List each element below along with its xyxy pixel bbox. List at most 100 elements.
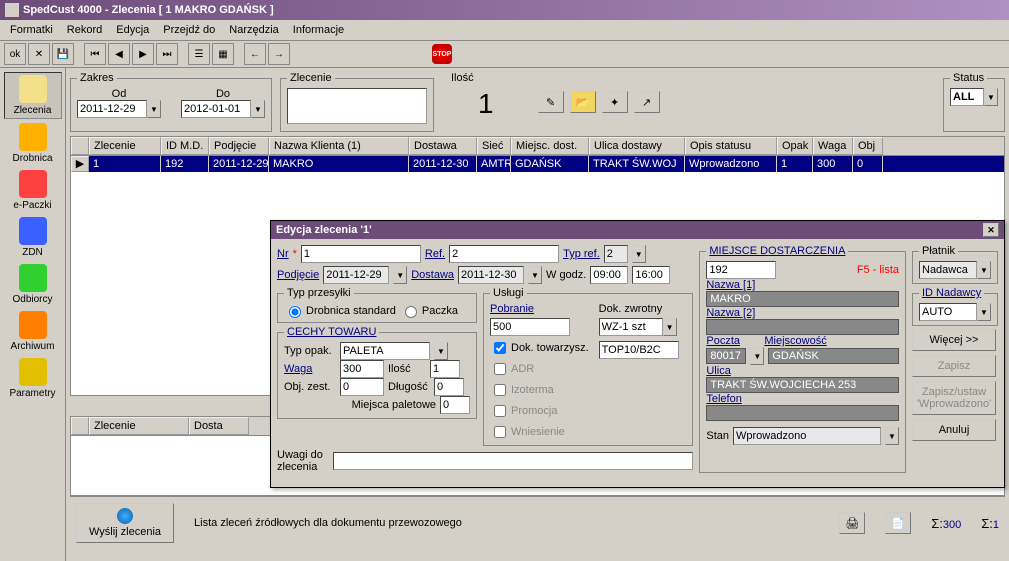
idnadawcy-dropdown[interactable]: ▼ (977, 303, 991, 321)
godz-to-input[interactable] (632, 266, 670, 284)
dostawa-dropdown[interactable]: ▼ (528, 266, 542, 284)
zlecenie-search-input[interactable] (287, 88, 427, 124)
nr-label[interactable]: Nr (277, 248, 289, 260)
uwagi-input[interactable] (333, 452, 693, 470)
sidebar-item-drobnica[interactable]: Drobnica (4, 121, 62, 166)
menu-formatki[interactable]: Formatki (4, 22, 59, 38)
typref-input[interactable] (604, 245, 628, 263)
godz-from-input[interactable] (590, 266, 628, 284)
typref-dropdown[interactable]: ▼ (632, 245, 646, 263)
tb-save[interactable]: 💾 (52, 43, 74, 65)
tb-last[interactable]: ⏭ (156, 43, 178, 65)
nazwa2-label[interactable]: Nazwa [2] (706, 307, 755, 319)
zakres-od-dropdown[interactable]: ▼ (147, 100, 161, 118)
zapisz-button[interactable]: Zapisz (912, 355, 996, 377)
chk-adr[interactable]: ADR (490, 360, 589, 378)
idnadawcy-input[interactable] (919, 303, 977, 321)
chk-promocja[interactable]: Promocja (490, 402, 589, 420)
chk-izoterma[interactable]: Izoterma (490, 381, 589, 399)
sidebar-item-zlecenia[interactable]: Zlecenia (4, 72, 62, 119)
menu-informacje[interactable]: Informacje (287, 22, 350, 38)
tb-back[interactable]: ← (244, 43, 266, 65)
edit-button[interactable]: ✎ (538, 91, 564, 113)
poczta-label[interactable]: Poczta (706, 335, 760, 347)
lcol-dosta[interactable]: Dosta (189, 417, 249, 435)
radio-paczka[interactable]: Paczka (400, 303, 458, 318)
dostawa-input[interactable] (458, 266, 524, 284)
export-button[interactable]: ↗ (634, 91, 660, 113)
tb-prev[interactable]: ◀ (108, 43, 130, 65)
miejscowosc-label[interactable]: Miejscowość (764, 335, 826, 347)
dokzwrot-input[interactable] (599, 318, 663, 336)
tb-ok[interactable]: ok (4, 43, 26, 65)
menu-edycja[interactable]: Edycja (110, 22, 155, 38)
radio-drobnica[interactable]: Drobnica standard (284, 303, 396, 318)
platnik-input[interactable] (919, 261, 977, 279)
wiecej-button[interactable]: Więcej >> (912, 329, 996, 351)
nr-input[interactable] (301, 245, 421, 263)
waga-label[interactable]: Waga (284, 363, 336, 375)
chk-doktow[interactable]: Dok. towarzysz. (490, 339, 589, 357)
col-siec[interactable]: Sieć (477, 137, 511, 155)
ilosc-input[interactable] (430, 360, 460, 378)
stop-button[interactable]: STOP (432, 44, 452, 64)
sidebar-item-zdn[interactable]: ZDN (4, 215, 62, 260)
zapisz-ustaw-button[interactable]: Zapisz/ustaw 'Wprowadzono' (912, 381, 996, 415)
table-row[interactable]: ▶ 1 192 2011-12-29 MAKRO 2011-12-30 AMTR… (71, 156, 1004, 172)
dokzwrot-dropdown[interactable]: ▼ (663, 318, 677, 336)
new-button[interactable]: ✦ (602, 91, 628, 113)
status-input[interactable] (950, 88, 984, 106)
chk-wniesienie[interactable]: Wniesienie (490, 423, 589, 441)
tb-forward[interactable]: → (268, 43, 290, 65)
menu-przejdzdo[interactable]: Przejdź do (157, 22, 221, 38)
col-podjecie[interactable]: Podjęcie (209, 137, 269, 155)
col-waga[interactable]: Waga (813, 137, 853, 155)
col-opisstatus[interactable]: Opis statusu (685, 137, 777, 155)
sidebar-item-odbiorcy[interactable]: Odbiorcy (4, 262, 62, 307)
sidebar-item-epaczki[interactable]: e-Paczki (4, 168, 62, 213)
obj-input[interactable] (340, 378, 384, 396)
col-idmd[interactable]: ID M.D. (161, 137, 209, 155)
stan-dropdown[interactable]: ▼ (885, 427, 899, 445)
dialog-close-button[interactable]: ✕ (983, 223, 999, 237)
send-orders-button[interactable]: Wyślij zlecenia (76, 503, 174, 543)
telefon-label[interactable]: Telefon (706, 393, 741, 405)
pobranie-input[interactable] (490, 318, 570, 336)
folder-button[interactable]: 📂 (570, 91, 596, 113)
dlugosc-input[interactable] (434, 378, 464, 396)
col-opak[interactable]: Opak (777, 137, 813, 155)
status-dropdown[interactable]: ▼ (984, 88, 998, 106)
typopak-dropdown[interactable]: ▼ (434, 342, 448, 360)
podjecie-label[interactable]: Podjęcie (277, 269, 319, 281)
doktow-input[interactable] (599, 341, 679, 359)
col-obj[interactable]: Obj (853, 137, 883, 155)
col-dostawa[interactable]: Dostawa (409, 137, 477, 155)
poczta-dropdown[interactable]: ▼ (750, 347, 764, 365)
pobranie-label[interactable]: Pobranie (490, 303, 589, 315)
zakres-do-input[interactable] (181, 100, 251, 118)
col-ulica[interactable]: Ulica dostawy (589, 137, 685, 155)
f5-lista-link[interactable]: F5 - lista (857, 264, 899, 276)
zakres-od-input[interactable] (77, 100, 147, 118)
tb-grid[interactable]: ▦ (212, 43, 234, 65)
col-miejsc[interactable]: Miejsc. dost. (511, 137, 589, 155)
typref-label[interactable]: Typ ref. (563, 248, 600, 260)
anuluj-button[interactable]: Anuluj (912, 419, 996, 441)
tb-first[interactable]: ⏮ (84, 43, 106, 65)
tb-next[interactable]: ▶ (132, 43, 154, 65)
typopak-input[interactable] (340, 342, 430, 360)
ref-label[interactable]: Ref. (425, 248, 445, 260)
ulica-label[interactable]: Ulica (706, 365, 730, 377)
doc-button[interactable]: 📄 (885, 512, 911, 534)
menu-narzedzia[interactable]: Narzędzia (223, 22, 285, 38)
ref-input[interactable] (449, 245, 559, 263)
sidebar-item-parametry[interactable]: Parametry (4, 356, 62, 401)
waga-input[interactable] (340, 360, 384, 378)
dostawa-label[interactable]: Dostawa (411, 269, 454, 281)
lcol-zlecenie[interactable]: Zlecenie (89, 417, 189, 435)
miejsce-id-input[interactable] (706, 261, 776, 279)
tb-cancel[interactable]: ✕ (28, 43, 50, 65)
podjecie-dropdown[interactable]: ▼ (393, 266, 407, 284)
miejsca-input[interactable] (440, 396, 470, 414)
podjecie-input[interactable] (323, 266, 389, 284)
